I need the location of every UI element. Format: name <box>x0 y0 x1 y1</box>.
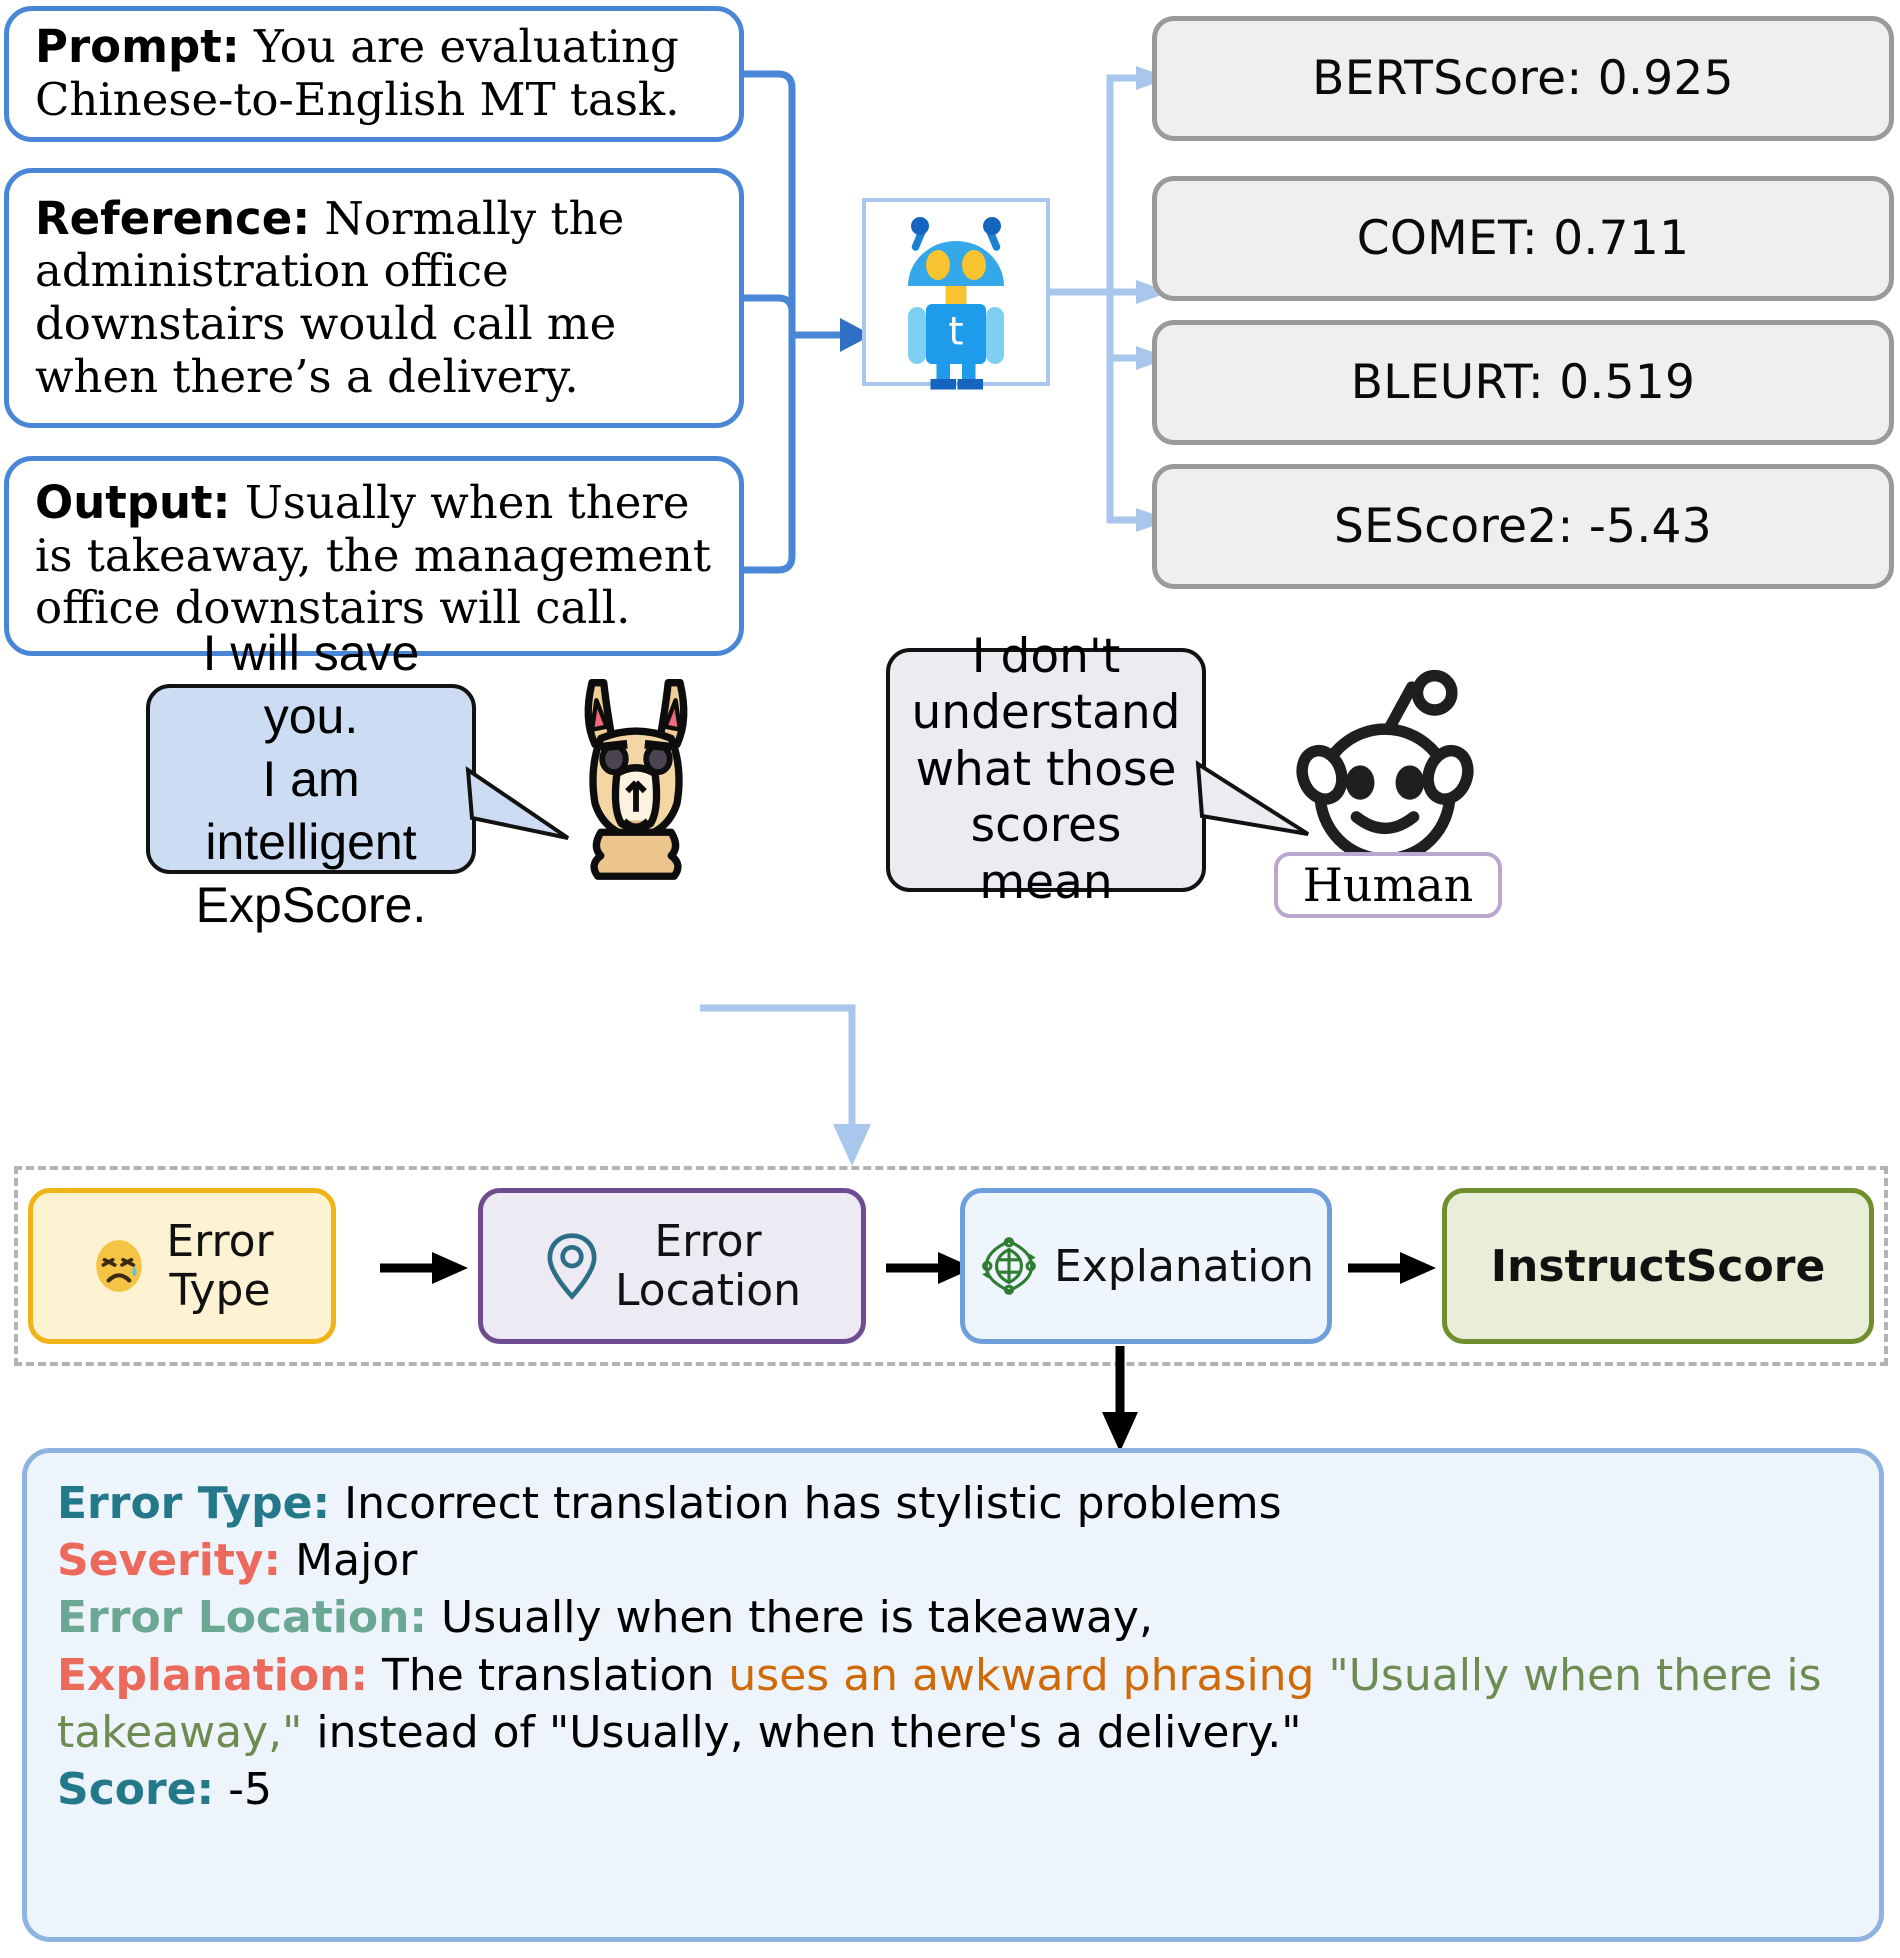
reference-text: Reference: Normally the administration o… <box>35 191 713 404</box>
stage-instructscore-label: InstructScore <box>1490 1240 1826 1292</box>
reddit-avatar-icon <box>1270 668 1500 878</box>
metric-comet: COMET: 0.711 <box>1152 176 1894 301</box>
human-label-tag: Human <box>1274 852 1502 918</box>
llama-icon <box>546 668 726 888</box>
metric-bleurt-text: BLEURT: 0.519 <box>1350 355 1696 410</box>
output-label: Output: <box>35 476 231 530</box>
output-error-type-label: Error Type: <box>57 1478 331 1529</box>
reference-card: Reference: Normally the administration o… <box>4 168 744 428</box>
human-bubble-line2: understand <box>911 685 1181 741</box>
output-explanation-highlight: uses an awkward phrasing <box>728 1649 1315 1701</box>
output-score-label: Score: <box>57 1763 215 1815</box>
llama-bubble-line3: ExpScore. <box>195 876 427 933</box>
metric-sescore2: SEScore2: -5.43 <box>1152 464 1894 589</box>
prompt-label: Prompt: <box>35 20 240 74</box>
stage-instructscore[interactable]: InstructScore <box>1442 1188 1874 1344</box>
stage-explanation-label: Explanation <box>1053 1240 1315 1292</box>
metric-sescore2-text: SEScore2: -5.43 <box>1334 499 1712 554</box>
output-error-location-value: Usually when there is takeaway, <box>441 1592 1153 1644</box>
metric-bertscore-text: BERTScore: 0.925 <box>1312 51 1734 106</box>
output-severity-label: Severity: <box>57 1535 282 1587</box>
metric-bleurt: BLEURT: 0.519 <box>1152 320 1894 445</box>
stage-explanation[interactable]: Explanation <box>960 1188 1332 1344</box>
output-line-error-type: Error Type: Incorrect translation has st… <box>57 1475 1849 1532</box>
human-speech-bubble: I don't understand what those scores mea… <box>886 629 1206 910</box>
arrow-errtype-to-errloc <box>380 1252 468 1284</box>
output-line-score: Score: -5 <box>57 1761 1849 1818</box>
human-bubble-line1: I don't <box>971 629 1121 685</box>
output-error-type-value: Incorrect translation has stylistic prob… <box>344 1478 1282 1529</box>
instructscore-output-card: Error Type: Incorrect translation has st… <box>22 1448 1884 1942</box>
output-explanation-part1: The translation <box>382 1649 715 1701</box>
llama-speech-bubble: I will save you. I am intelligent ExpSco… <box>146 625 476 933</box>
map-pin-icon <box>543 1231 601 1301</box>
stage-error-location[interactable]: Error Location <box>478 1188 866 1344</box>
input-to-robot-connector <box>740 70 872 574</box>
llama-to-pipeline-arrow <box>700 1004 871 1166</box>
output-severity-value: Major <box>295 1535 418 1587</box>
llama-bubble-line1: I will save you. <box>202 624 420 744</box>
human-bubble-line4: scores mean <box>970 798 1122 910</box>
output-line-explanation: Explanation: The translation uses an awk… <box>57 1647 1849 1761</box>
human-bubble-line3: what those <box>915 741 1177 797</box>
output-explanation-label: Explanation: <box>57 1649 368 1701</box>
stage-error-type[interactable]: Error Type <box>28 1188 336 1344</box>
sad-face-icon <box>90 1235 152 1297</box>
output-line-severity: Severity: Major <box>57 1532 1849 1589</box>
robot-frame: t <box>862 198 1050 390</box>
pipeline-to-output-arrow <box>1102 1346 1138 1452</box>
output-error-location-label: Error Location: <box>57 1592 428 1644</box>
human-label-text: Human <box>1302 858 1474 912</box>
reference-label: Reference: <box>35 191 311 245</box>
stage-error-location-label: Error Location <box>614 1215 802 1316</box>
svg-text:t: t <box>948 310 963 355</box>
llama-bubble-line2: I am intelligent <box>205 750 417 870</box>
metric-bertscore: BERTScore: 0.925 <box>1152 16 1894 141</box>
stage-error-type-label: Error Type <box>166 1215 274 1316</box>
output-line-error-location: Error Location: Usually when there is ta… <box>57 1589 1849 1646</box>
output-text: Output: Usually when there is takeaway, … <box>35 476 713 635</box>
prompt-text: Prompt: You are evaluating Chinese-to-En… <box>35 21 713 126</box>
robot-icon: t <box>908 217 1004 390</box>
arrow-explanation-to-instructscore <box>1348 1252 1436 1284</box>
brain-cycle-icon <box>978 1235 1040 1297</box>
metric-comet-text: COMET: 0.711 <box>1356 211 1690 266</box>
output-score-value: -5 <box>228 1763 273 1815</box>
output-explanation-part2: instead of "Usually, when there's a deli… <box>316 1706 1302 1758</box>
prompt-card: Prompt: You are evaluating Chinese-to-En… <box>4 6 744 142</box>
